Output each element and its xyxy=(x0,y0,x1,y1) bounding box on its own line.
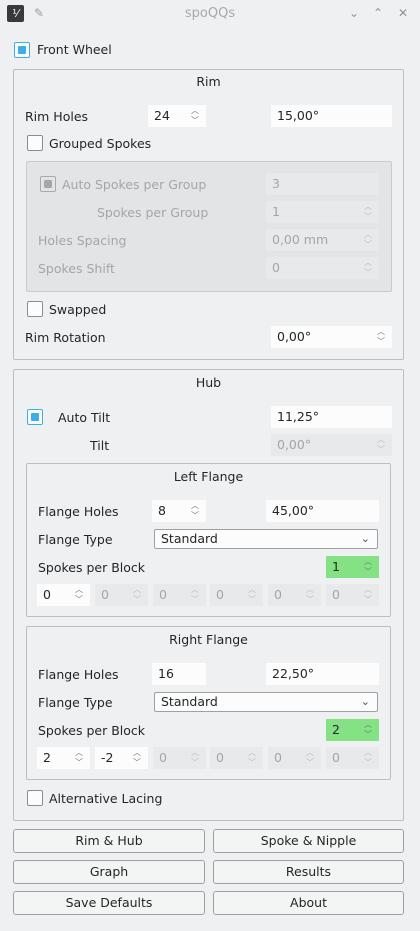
auto-spokes-value: 3 xyxy=(266,173,379,195)
rim-group-title: Rim xyxy=(196,74,221,89)
right-block-4-spinner[interactable]: ︿ ﹀ xyxy=(247,748,257,768)
right-block-5-spinner[interactable]: ︿ ﹀ xyxy=(305,748,315,768)
left-flange-type-select[interactable]: Standard ⌄ xyxy=(154,529,378,549)
left-flange-type-value: Standard xyxy=(161,531,218,546)
left-flange-holes-spinner[interactable]: ︿ ﹀ xyxy=(190,501,200,521)
rim-hub-button[interactable]: Rim & Hub xyxy=(13,829,205,853)
rim-rotation-spinner[interactable]: ︿ ﹀ xyxy=(376,327,386,347)
alternative-lacing-checkbox[interactable] xyxy=(27,790,43,806)
left-block-4-spinner[interactable]: ︿ ﹀ xyxy=(247,585,257,605)
auto-tilt-checkbox[interactable] xyxy=(27,409,43,425)
left-block-2-spinner[interactable]: ︿ ﹀ xyxy=(132,585,142,605)
right-block-3-spinner[interactable]: ︿ ﹀ xyxy=(190,748,200,768)
auto-spokes-checkbox[interactable] xyxy=(40,176,56,192)
maximize-icon[interactable]: ⌃ xyxy=(370,5,386,21)
right-block-6-spinner[interactable]: ︿ ﹀ xyxy=(363,748,373,768)
about-button[interactable]: About xyxy=(213,891,404,915)
spokes-per-group-label: Spokes per Group xyxy=(97,205,209,220)
right-flange-type-label: Flange Type xyxy=(38,695,113,710)
right-flange-holes-input[interactable]: 16 xyxy=(152,663,206,685)
holes-spacing-spinner[interactable]: ︿ ﹀ xyxy=(363,230,373,250)
auto-spokes-label: Auto Spokes per Group xyxy=(62,177,207,192)
grouped-spokes-label: Grouped Spokes xyxy=(49,136,152,151)
rim-rotation-input[interactable]: 0,00° xyxy=(271,326,392,348)
chevron-down-icon: ⌄ xyxy=(360,695,370,708)
holes-spacing-label: Holes Spacing xyxy=(38,233,127,248)
tilt-spinner[interactable]: ︿ ﹀ xyxy=(376,435,386,455)
left-flange-type-label: Flange Type xyxy=(38,532,113,547)
rim-rotation-label: Rim Rotation xyxy=(25,330,106,345)
right-flange-type-value: Standard xyxy=(161,694,218,709)
swapped-checkbox[interactable] xyxy=(27,301,43,317)
left-flange-title: Left Flange xyxy=(173,469,244,484)
graph-button[interactable]: Graph xyxy=(13,860,205,884)
grouped-spokes-checkbox[interactable] xyxy=(27,135,43,151)
spokes-shift-spinner[interactable]: ︿ ﹀ xyxy=(363,258,373,278)
right-flange-holes-angle: 22,50° xyxy=(266,663,379,685)
chevron-down-icon: ⌄ xyxy=(360,532,370,545)
front-wheel-label: Front Wheel xyxy=(37,42,112,57)
rim-holes-angle-field: 15,00° xyxy=(271,105,392,127)
left-block-5-spinner[interactable]: ︿ ﹀ xyxy=(305,585,315,605)
left-spokes-per-block-spinner[interactable]: ︿ ﹀ xyxy=(363,557,373,577)
right-flange-title: Right Flange xyxy=(169,632,248,647)
auto-tilt-label: Auto Tilt xyxy=(58,410,111,425)
tilt-label: Tilt xyxy=(90,438,110,453)
left-block-1-spinner[interactable]: ︿ ﹀ xyxy=(74,585,84,605)
left-block-3-spinner[interactable]: ︿ ﹀ xyxy=(190,585,200,605)
left-flange-holes-label: Flange Holes xyxy=(38,504,119,519)
spokes-shift-label: Spokes Shift xyxy=(38,261,115,276)
right-flange-holes-label: Flange Holes xyxy=(38,667,119,682)
right-flange-type-select[interactable]: Standard ⌄ xyxy=(154,692,378,712)
swapped-label: Swapped xyxy=(49,302,107,317)
results-button[interactable]: Results xyxy=(213,860,404,884)
right-block-2-spinner[interactable]: ︿ ﹀ xyxy=(132,748,142,768)
spoke-nipple-button[interactable]: Spoke & Nipple xyxy=(213,829,404,853)
save-defaults-button[interactable]: Save Defaults xyxy=(13,891,205,915)
rim-holes-label: Rim Holes xyxy=(25,109,89,124)
left-flange-holes-angle: 45,00° xyxy=(266,500,379,522)
hub-group-title: Hub xyxy=(195,375,222,390)
right-block-1-spinner[interactable]: ︿ ﹀ xyxy=(74,748,84,768)
spokes-per-group-spinner[interactable]: ︿ ﹀ xyxy=(363,202,373,222)
close-icon[interactable]: ✕ xyxy=(395,5,411,21)
alternative-lacing-label: Alternative Lacing xyxy=(49,791,163,806)
right-spokes-per-block-spinner[interactable]: ︿ ﹀ xyxy=(363,720,373,740)
auto-tilt-value: 11,25° xyxy=(271,406,392,428)
tilt-input[interactable]: 0,00° xyxy=(271,434,392,456)
left-block-6-spinner[interactable]: ︿ ﹀ xyxy=(363,585,373,605)
title-bar[interactable]: ⅟ ✎ spoQQs ⌄ ⌃ ✕ xyxy=(0,0,420,29)
front-wheel-checkbox[interactable] xyxy=(14,42,30,58)
right-spokes-per-block-label: Spokes per Block xyxy=(38,723,146,738)
minimize-icon[interactable]: ⌄ xyxy=(346,5,362,21)
rim-holes-spinner[interactable]: ︿ ﹀ xyxy=(190,106,200,126)
left-spokes-per-block-label: Spokes per Block xyxy=(38,560,146,575)
